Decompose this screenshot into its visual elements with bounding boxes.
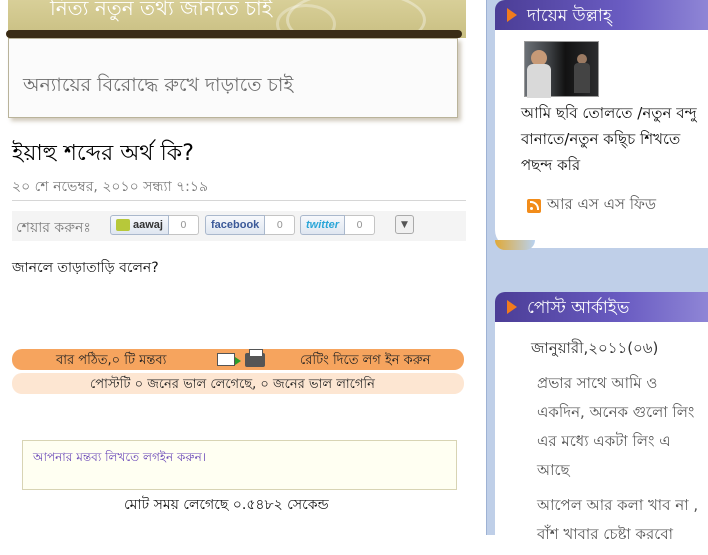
post-meta-bar: বার পঠিত,০ টি মন্তব্য রেটিং দিতে লগ ইন ক… bbox=[12, 349, 464, 370]
archive-header: পোস্ট আর্কাইভ bbox=[495, 292, 708, 322]
aawaj-count: 0 bbox=[168, 215, 199, 235]
box-corner-decoration bbox=[495, 240, 535, 250]
rating-login-link[interactable]: রেটিং দিতে লগ ইন করুন bbox=[300, 351, 430, 372]
archive-month[interactable]: জানুয়ারী,২০১১(০৬) bbox=[531, 337, 658, 362]
blog-banner: নিত্য নতুন তথ্য জানতে চাই অন্যায়ের বিরো… bbox=[0, 0, 466, 124]
share-more-dropdown[interactable]: ▼ bbox=[395, 215, 414, 234]
arrow-right-icon bbox=[507, 300, 517, 314]
sidebar: দায়েম উল্লাহ্ আমি ছবি তোলতে /নতুন বন্দু… bbox=[486, 0, 708, 543]
archive-title: পোস্ট আর্কাইভ bbox=[527, 298, 630, 318]
profile-name[interactable]: দায়েম উল্লাহ্ bbox=[527, 3, 612, 31]
banner-divider bbox=[6, 30, 462, 38]
facebook-count: 0 bbox=[265, 215, 296, 235]
aawaj-logo-icon bbox=[116, 219, 130, 231]
banner-title[interactable]: নিত্য নতুন তথ্য জানতে চাই bbox=[50, 0, 272, 27]
rss-feed-link[interactable]: আর এস এস ফিড bbox=[527, 193, 656, 218]
profile-header: দায়েম উল্লাহ্ bbox=[495, 0, 708, 30]
facebook-label: facebook bbox=[205, 215, 266, 235]
post-title[interactable]: ইয়াহু শব্দের অর্থ কি? bbox=[12, 136, 194, 173]
like-status-bar: পোস্টটি ০ জনের ভাল লেগেছে, ০ জনের ভাল লা… bbox=[12, 373, 464, 394]
print-icon[interactable] bbox=[245, 349, 265, 367]
share-aawaj-button[interactable]: aawaj 0 bbox=[110, 215, 199, 235]
share-twitter-button[interactable]: twitter 0 bbox=[300, 215, 375, 235]
chevron-down-icon: ▼ bbox=[401, 219, 408, 230]
twitter-label: twitter bbox=[300, 215, 345, 235]
banner-slogan-box: অন্যায়ের বিরোদ্ধে রুখে দাড়াতে চাই bbox=[8, 38, 458, 118]
views-comments-count[interactable]: বার পঠিত,০ টি মন্তব্য bbox=[56, 351, 166, 372]
comment-box: আপনার মন্তব্য লিখতে লগইন করুন। bbox=[22, 440, 457, 490]
comment-login-link[interactable]: আপনার মন্তব্য লিখতে লগইন করুন। bbox=[33, 449, 206, 469]
aawaj-label: aawaj bbox=[133, 219, 163, 231]
page-load-time: মোট সময় লেগেছে ০.৫৪৮২ সেকেন্ড bbox=[124, 497, 329, 513]
profile-bio: আমি ছবি তোলতে /নতুন বন্দু বানাতে/নতুন কছ… bbox=[521, 104, 697, 174]
banner-slogan: অন্যায়ের বিরোদ্ধে রুখে দাড়াতে চাই bbox=[23, 74, 294, 96]
share-bar: শেয়ার করুনঃ aawaj 0 facebook 0 twitter … bbox=[12, 211, 466, 241]
archive-item[interactable]: প্রভার সাথে আমি ও একদিন, অনেক গুলো লিং এ… bbox=[537, 369, 707, 485]
share-facebook-button[interactable]: facebook 0 bbox=[205, 215, 296, 235]
archive-item[interactable]: আপেল আর কলা খাব না , বাঁশ খাবার চেষ্টা ক… bbox=[537, 491, 707, 549]
post-body: জানলে তাড়াতাড়ি বলেন? bbox=[12, 260, 159, 276]
rss-label: আর এস এস ফিড bbox=[547, 195, 656, 213]
divider bbox=[12, 200, 466, 201]
arrow-right-icon bbox=[507, 8, 517, 22]
avatar[interactable] bbox=[524, 41, 599, 98]
twitter-count: 0 bbox=[345, 215, 375, 235]
like-status-text: পোস্টটি ০ জনের ভাল লেগেছে, ০ জনের ভাল লা… bbox=[90, 377, 375, 392]
share-label: শেয়ার করুনঃ bbox=[16, 220, 91, 236]
archive-list: প্রভার সাথে আমি ও একদিন, অনেক গুলো লিং এ… bbox=[537, 369, 707, 555]
email-icon[interactable] bbox=[217, 353, 241, 366]
rss-icon bbox=[527, 198, 541, 213]
post-date: ২০ শে নভেম্বর, ২০১০ সন্ধ্যা ৭:১৯ bbox=[12, 179, 209, 195]
